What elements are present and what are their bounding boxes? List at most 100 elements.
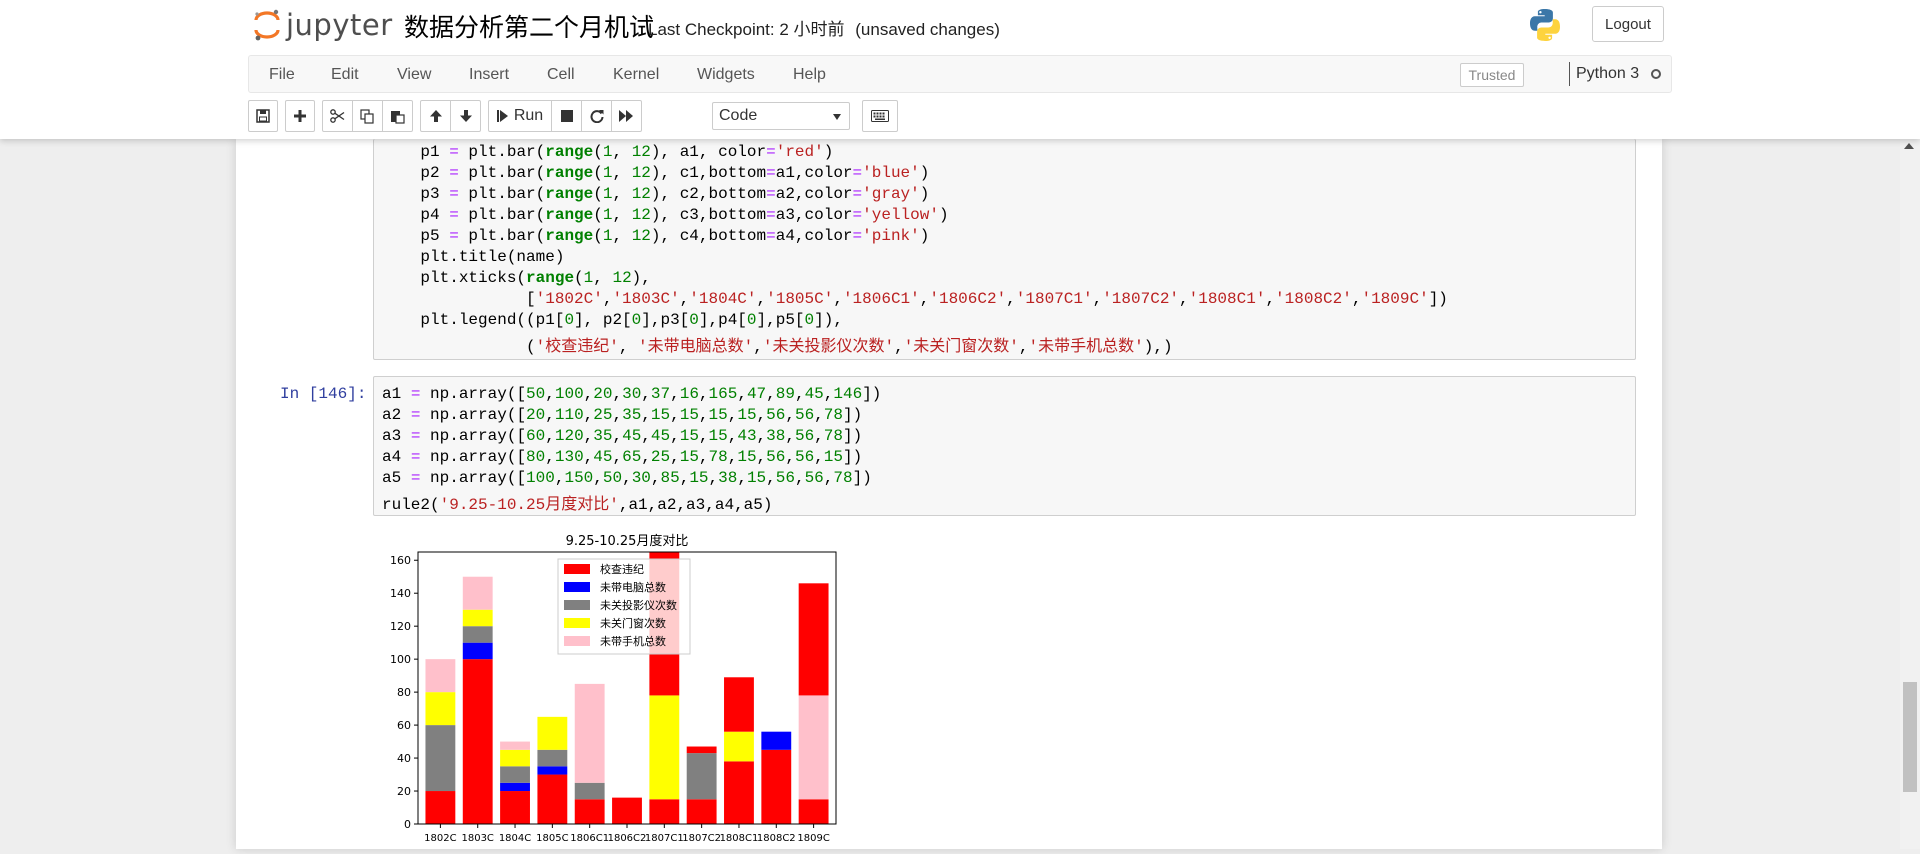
copy-icon [360,108,374,124]
code-cell-2-input[interactable]: a1 = np.array([50,100,20,30,37,16,165,47… [373,376,1636,516]
chart-x-tick-label: 1806C2 [608,833,647,844]
code-line: a3 = np.array([60,120,35,45,45,15,15,43,… [382,427,863,445]
chart-bar [500,741,530,750]
chart-bar [649,799,680,824]
menu-insert[interactable]: Insert [469,66,509,84]
chart-bar [462,659,493,824]
menu-view[interactable]: View [397,66,431,84]
cell-type-select[interactable]: Code [712,102,850,130]
code-line: plt.title(name) [382,248,565,266]
chart-bar [724,731,754,762]
restart-kernel-button[interactable] [581,100,612,132]
chart-bar [537,774,568,824]
menu-edit[interactable]: Edit [331,66,359,84]
chart-y-tick-label: 160 [390,554,411,567]
refresh-icon [590,110,603,123]
kernel-idle-indicator-icon [1651,69,1661,79]
chart-bar [425,692,456,726]
code-line: ('校查违纪', '未带电脑总数','未关投影仪次数','未关门窗次数','未带… [382,338,1173,356]
move-up-button[interactable] [420,100,451,132]
run-button[interactable]: Run [488,100,552,132]
chart-bar [724,677,754,732]
chart-bar [500,749,530,767]
stop-icon [560,110,573,122]
logout-button[interactable]: Logout [1592,6,1664,42]
chart-bar [574,683,605,783]
insert-cell-button[interactable] [285,100,315,132]
chart-legend-label: 校查违纪 [600,562,644,576]
run-label: Run [513,107,544,124]
chart-bar [686,746,717,754]
chart-legend-label: 未带电脑总数 [600,580,666,594]
restart-run-all-button[interactable] [611,100,642,132]
jupyter-logo[interactable]: jupyter [252,6,393,44]
chart-legend-swatch [564,636,590,646]
chart-legend-label: 未带手机总数 [600,634,666,648]
code-line: rule2('9.25-10.25月度对比',a1,a2,a3,a4,a5) [382,496,773,514]
code-line: p2 = plt.bar(range(1, 12), c1,bottom=a1,… [382,164,930,182]
autosave-status: (unsaved changes) [855,20,1000,39]
copy-button[interactable] [352,100,383,132]
keyboard-icon [871,110,889,122]
chart-bar [724,761,754,824]
menu-kernel[interactable]: Kernel [613,66,659,84]
chart-bar [462,576,493,610]
save-icon [256,109,270,123]
fast-forward-icon [619,110,633,122]
chart-bar [462,642,493,660]
scrollbar-thumb[interactable] [1903,682,1917,792]
trusted-badge[interactable]: Trusted [1460,63,1524,87]
code-line: ['1802C','1803C','1804C','1805C','1806C1… [382,290,1448,308]
menu-help[interactable]: Help [793,66,826,84]
chart-y-tick-label: 120 [390,620,411,633]
chart-bar [500,782,530,792]
chart-legend-swatch [564,564,590,574]
chart-bar [537,716,568,750]
code-line: p5 = plt.bar(range(1, 12), c4,bottom=a4,… [382,227,930,245]
code-cell-1-input[interactable]: p1 = plt.bar(range(1, 12), a1, color='re… [373,139,1636,360]
chart-bar [425,725,456,792]
code-token: p1 [420,143,450,161]
chart-bar [574,782,605,800]
code-line: plt.xticks(range(1, 12), [382,269,651,287]
python-logo-icon [1527,7,1563,48]
code-line: a4 = np.array([80,130,45,65,25,15,78,15,… [382,448,863,466]
command-palette-button[interactable] [862,100,898,132]
cell-2-prompt: In [146]: [280,385,367,403]
menu-widgets[interactable]: Widgets [697,66,755,84]
chart-y-tick-label: 40 [397,752,411,765]
scroll-up-arrow-icon[interactable] [1904,143,1914,149]
chart-bar [425,659,456,693]
chart-bar [686,799,717,824]
chart-y-tick-label: 20 [397,785,411,798]
save-button[interactable] [248,100,278,132]
arrow-up-icon [429,110,442,122]
checkpoint-status: Last Checkpoint: 2 小时前 (unsaved changes) [648,15,1000,40]
kernel-name[interactable]: Python 3 [1576,65,1639,83]
code-line: plt.legend((p1[0], p2[0],p3[0],p4[0],p5[… [382,311,843,329]
chart-y-tick-label: 60 [397,719,411,732]
chart-bar [537,749,568,767]
jupyter-wordmark: jupyter [286,8,393,42]
notebook-toolbar: Run Code [248,100,1672,134]
notebook-title[interactable]: 数据分析第二个月机试 [404,8,654,44]
stacked-bar-chart: 0 20 40 60 80 100 120 140 160 1802C 1803C 1804C 1805… [390,533,837,844]
code-line: p4 = plt.bar(range(1, 12), c3,bottom=a3,… [382,206,949,224]
arrow-down-icon [459,110,472,122]
move-down-button[interactable] [450,100,481,132]
cell-2-output-chart: 0 20 40 60 80 100 120 140 160 1802C 1803C 1804C 1805… [380,529,850,849]
chart-bar [574,799,605,824]
paste-button[interactable] [382,100,413,132]
menu-cell[interactable]: Cell [547,66,575,84]
chart-x-tick-label: 1808C1 [720,833,759,844]
cut-button[interactable] [322,100,353,132]
chart-bar [462,609,493,627]
menu-file[interactable]: File [269,66,295,84]
chart-legend-swatch [564,582,590,592]
chart-legend-label: 未关门窗次数 [600,616,666,630]
interrupt-kernel-button[interactable] [551,100,582,132]
chart-legend-label: 未关投影仪次数 [600,598,677,612]
chart-y-tick-label: 100 [390,653,411,666]
chart-bar [649,695,680,800]
chart-x-tick-label: 1807C1 [645,833,684,844]
